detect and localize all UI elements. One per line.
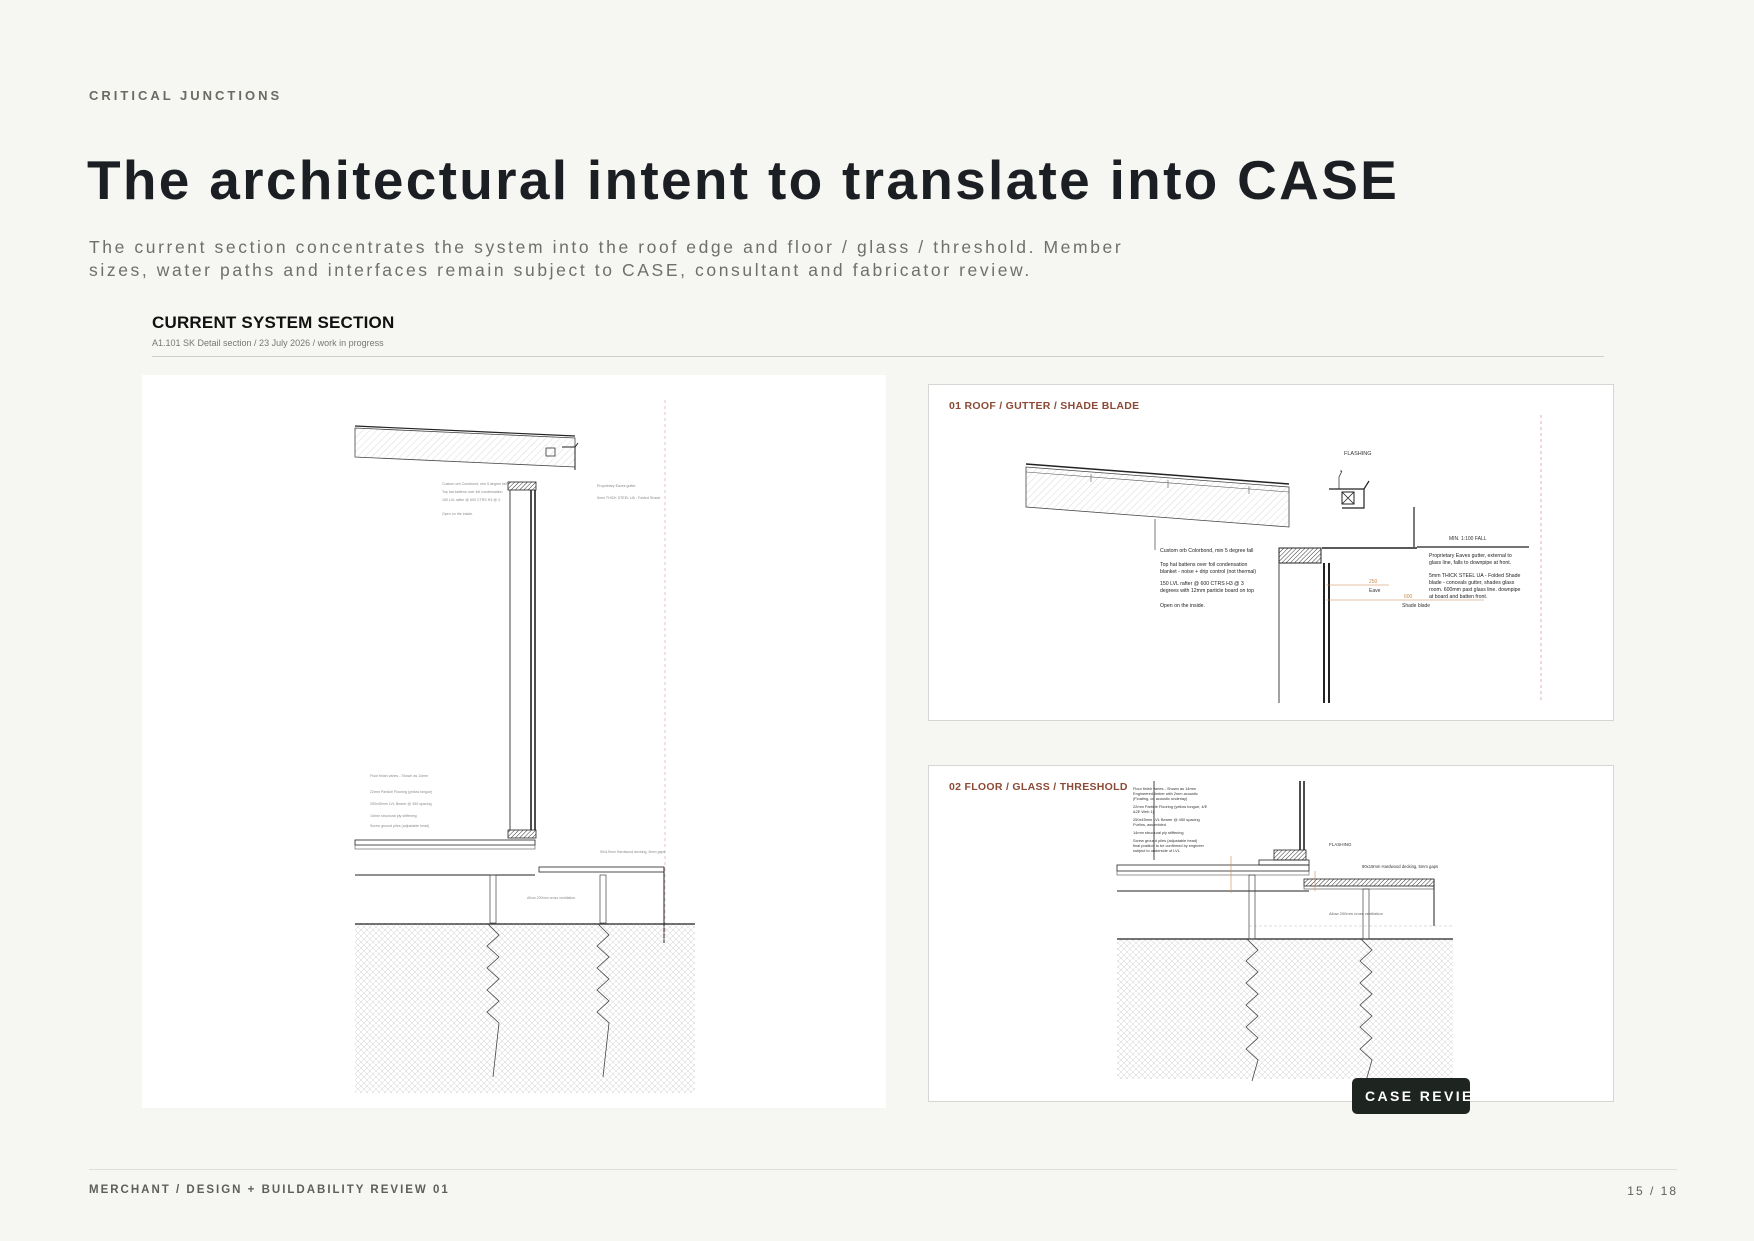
roof-note-rafter-b: degrees with 12mm particle board on top (1160, 588, 1254, 594)
full-section-svg: Custom orb Colorbond, min 5 degree fall … (354, 400, 695, 1093)
blade-note-b: blade - conceals gutter, shades glass (1429, 580, 1515, 586)
floor-note-bearer-b: Purlins, assembled (1133, 822, 1166, 827)
svg-text:Proprietary Eaves gutter: Proprietary Eaves gutter (597, 484, 637, 488)
section-subtitle: A1.101 SK Detail section / 23 July 2026 … (152, 338, 384, 348)
eyebrow-label: CRITICAL JUNCTIONS (89, 88, 283, 103)
blade-note-d: at board and batten front. (1429, 594, 1487, 600)
floor-detail-svg: Allow 200mm cross ventilation FLASHING 9… (1116, 781, 1453, 1082)
page-title: The architectural intent to translate in… (87, 149, 1400, 211)
detail-card-roof: 01 ROOF / GUTTER / SHADE BLADE FLASHING … (928, 384, 1614, 721)
roof-dim-eave-label: Eave (1369, 588, 1381, 594)
floor-note-finish-c: (Floating, on acoustic underlay) (1133, 796, 1188, 801)
floor-flashing-label: FLASHING (1329, 842, 1352, 847)
footer-project-label: MERCHANT / DESIGN + BUILDABILITY REVIEW … (89, 1184, 450, 1196)
roof-note-rafter-a: 150 LVL rafter @ 600 CTRS H3 @ 3 (1160, 581, 1244, 587)
svg-text:Custom orb Colorbond, min 5 de: Custom orb Colorbond, min 5 degree fall (442, 482, 507, 486)
roof-note-battens-a: Top hat battens over foil condensation (1160, 562, 1247, 568)
section-divider (152, 356, 1604, 357)
floor-ground-note: Allow 200mm cross ventilation (1329, 911, 1383, 916)
case-review-button[interactable]: CASE REVIEW (1352, 1078, 1470, 1114)
roof-note-battens-b: blanket - noise + drip control (not ther… (1160, 569, 1256, 575)
full-section-drawing: Custom orb Colorbond, min 5 degree fall … (142, 375, 886, 1108)
roof-flashing-label: FLASHING (1344, 451, 1372, 457)
roof-note-open: Open on the inside. (1160, 603, 1205, 609)
svg-text:Floor finish varies - Shown as: Floor finish varies - Shown as 14mm (370, 774, 428, 778)
page-number: 15 / 18 (1627, 1184, 1678, 1198)
svg-text:90x19mm Hardwood decking, 5mm: 90x19mm Hardwood decking, 5mm gaps (600, 850, 666, 854)
floor-note-ply: 14mm structural ply stiffening (1133, 830, 1184, 835)
roof-dim-blade-value: 600 (1404, 594, 1413, 600)
svg-text:14mm structural ply stiffening: 14mm structural ply stiffening (370, 814, 417, 818)
blade-note-c: room. 600mm past glass line. downpipe (1429, 587, 1521, 593)
roof-dim-blade-label: Shade blade (1402, 603, 1430, 609)
svg-text:5mm THICK STEEL UA - Folded Sh: 5mm THICK STEEL UA - Folded Shade (597, 496, 660, 500)
footer-divider (89, 1169, 1677, 1170)
svg-text:Top hat battens over foil cond: Top hat battens over foil condensation (442, 490, 503, 494)
gutter-note-a: Proprietary Eaves gutter, external to (1429, 553, 1512, 559)
detail-card-floor: 02 FLOOR / GLASS / THRESHOLD Allow 200mm… (928, 765, 1614, 1102)
svg-text:250x45mm LVL Bearer @ 450 spac: 250x45mm LVL Bearer @ 450 spacing (370, 802, 432, 806)
roof-dim-eave-value: 250 (1369, 579, 1378, 585)
gutter-note-b: glass line, falls to downpipe at front. (1429, 560, 1511, 566)
svg-text:Allow 200mm cross ventilation: Allow 200mm cross ventilation (527, 896, 575, 900)
svg-text:Open on the inside.: Open on the inside. (442, 512, 473, 516)
lead-paragraph: The current section concentrates the sys… (89, 237, 1124, 280)
roof-detail-svg: FLASHING MIN. 1:100 FALL 250 Eave 600 Sh… (1025, 415, 1542, 703)
blade-note-a: 5mm THICK STEEL UA - Folded Shade (1429, 573, 1521, 579)
floor-note-particle-b: &2E Web 1) (1133, 809, 1155, 814)
section-header: CURRENT SYSTEM SECTION A1.101 SK Detail … (152, 313, 1604, 357)
roof-fall-label: MIN. 1:100 FALL (1449, 536, 1487, 542)
floor-deck-note: 90x19mm Hardwood decking, 5mm gaps (1362, 864, 1438, 869)
section-title: CURRENT SYSTEM SECTION (152, 313, 395, 332)
roof-note-cladding: Custom orb Colorbond, min 5 degree fall (1160, 548, 1253, 554)
svg-text:Screw ground piles (adjustable: Screw ground piles (adjustable head) (370, 824, 429, 828)
svg-text:150 LVL rafter @ 600 CTRS H3 @: 150 LVL rafter @ 600 CTRS H3 @ 3 (442, 498, 500, 502)
floor-note-piles-c: subject to underside of LVL (1133, 848, 1181, 853)
svg-text:22mm Particle Flooring (yellow: 22mm Particle Flooring (yellow tongue) (370, 790, 432, 794)
